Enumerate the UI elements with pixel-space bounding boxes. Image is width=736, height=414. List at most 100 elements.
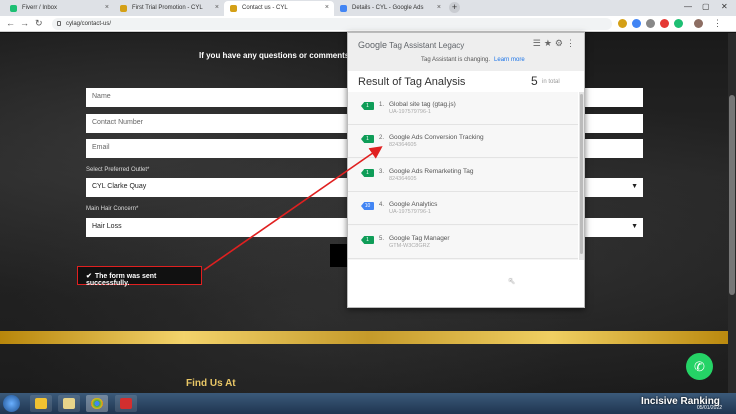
concern-label: Main Hair Concern*	[86, 206, 139, 212]
result-title: Result of Tag Analysis	[358, 76, 466, 88]
tag-assistant-extension-icon[interactable]	[632, 19, 641, 28]
tag-item[interactable]: 1 5. Google Tag Manager GTM-W3C8GRZ	[348, 226, 578, 259]
check-icon: ✔	[86, 273, 92, 280]
taskbar-app[interactable]	[115, 395, 137, 412]
tag-assistant-logo: Google Tag Assistant Legacy	[358, 40, 464, 50]
extension-icon[interactable]	[618, 19, 627, 28]
tag-item[interactable]: 1 1. Global site tag (gtag.js) UA-197579…	[348, 92, 578, 125]
gear-icon[interactable]: ⚙	[555, 38, 566, 48]
url-text: cylag/contact-us/	[66, 21, 112, 27]
app-icon	[120, 398, 132, 409]
star-icon[interactable]: ★	[544, 38, 555, 48]
tag-assistant-toolbar: ☰★⚙⋮	[533, 38, 578, 49]
tag-icon: 10	[361, 202, 374, 210]
tag-name: Global site tag (gtag.js)	[389, 101, 456, 108]
close-tab-icon[interactable]: ×	[215, 4, 219, 11]
tab-label: Details - CYL - Google Ads	[352, 5, 424, 11]
maximize-icon[interactable]: ▢	[702, 2, 710, 11]
browser-tab-fiverr[interactable]: Fiverr / Inbox ×	[4, 1, 114, 16]
taskbar-chrome[interactable]	[86, 395, 108, 412]
success-message: ✔ The form was sent successfully.	[77, 266, 202, 287]
tab-label: Contact us - CYL	[242, 5, 288, 11]
intro-text: If you have any questions or comments fo	[199, 51, 360, 60]
tag-count: 5	[531, 74, 538, 88]
extension-icon[interactable]	[660, 19, 669, 28]
tag-list-scrollbar[interactable]	[579, 92, 584, 260]
tag-id: GTM-W3C8GRZ	[389, 243, 430, 249]
tag-id: 824364605	[389, 142, 417, 148]
tag-name: Google Analytics	[389, 201, 438, 208]
tag-item[interactable]: 1 3. Google Ads Remarketing Tag 82436460…	[348, 159, 578, 192]
close-tab-icon[interactable]: ×	[437, 4, 441, 11]
tab-label: First Trial Promotion - CYL	[132, 5, 203, 11]
tag-assistant-header: Google Tag Assistant Legacy ☰★⚙⋮ Tag Ass…	[348, 33, 584, 71]
tag-icon: 1	[361, 169, 374, 177]
learn-more-link[interactable]: Learn more	[494, 57, 525, 63]
tag-assistant-popup: Google Tag Assistant Legacy ☰★⚙⋮ Tag Ass…	[347, 32, 585, 308]
tag-name: Google Tag Manager	[389, 235, 450, 242]
tag-id: UA-197579796-1	[389, 209, 431, 215]
new-tab-button[interactable]: +	[449, 2, 460, 13]
profile-avatar[interactable]	[694, 19, 703, 28]
find-us-heading: Find Us At	[186, 378, 236, 389]
tag-icon: 1	[361, 102, 374, 110]
menu-icon[interactable]: ⋮	[713, 18, 722, 29]
chevron-down-icon: ▼	[631, 183, 638, 190]
filter-icon[interactable]: ☰	[533, 38, 544, 48]
taskbar-explorer[interactable]	[30, 395, 52, 412]
cyl-favicon-icon	[120, 5, 127, 12]
tag-number: 2.	[379, 135, 385, 141]
concern-value: Hair Loss	[92, 223, 122, 230]
chrome-icon	[91, 398, 103, 409]
tag-name: Google Ads Conversion Tracking	[389, 134, 484, 141]
tab-label: Fiverr / Inbox	[22, 5, 58, 11]
start-button[interactable]	[3, 395, 20, 412]
tag-assistant-notice: Tag Assistant is changing. Learn more	[421, 57, 525, 63]
files-icon	[63, 398, 75, 409]
outlet-label: Select Preferred Outlet*	[86, 167, 150, 173]
tag-number: 3.	[379, 169, 385, 175]
close-tab-icon[interactable]: ×	[105, 4, 109, 11]
minimize-icon[interactable]: —	[684, 2, 692, 11]
fiverr-favicon-icon	[10, 5, 17, 12]
tag-number: 1.	[379, 102, 385, 108]
url-input[interactable]: cylag/contact-us/	[52, 18, 612, 30]
close-window-icon[interactable]: ✕	[721, 2, 728, 11]
extension-icon[interactable]	[674, 19, 683, 28]
tag-list: 1 1. Global site tag (gtag.js) UA-197579…	[348, 92, 578, 260]
tag-id: 824364605	[389, 176, 417, 182]
browser-tab-contact[interactable]: Contact us - CYL ×	[224, 1, 334, 16]
tag-item[interactable]: 1 2. Google Ads Conversion Tracking 8243…	[348, 125, 578, 158]
tag-number: 5.	[379, 236, 385, 242]
chevron-down-icon: ▼	[631, 223, 638, 230]
tag-id: UA-197579796-1	[389, 109, 431, 115]
extension-icon[interactable]	[646, 19, 655, 28]
tab-strip: Fiverr / Inbox × First Trial Promotion -…	[0, 0, 736, 16]
reload-icon[interactable]: ↻	[35, 18, 43, 29]
notice-text: Tag Assistant is changing.	[421, 57, 491, 63]
google-wordmark: Google	[358, 40, 388, 50]
taskbar-date: 05/01/2022	[697, 405, 723, 411]
scrollbar-thumb[interactable]	[729, 95, 735, 295]
taskbar	[0, 393, 736, 414]
browser-tab-promotion[interactable]: First Trial Promotion - CYL ×	[114, 1, 224, 16]
back-icon[interactable]: ←	[6, 18, 15, 28]
tag-icon: 1	[361, 236, 374, 244]
tag-count-label: in total	[542, 79, 560, 85]
browser-tab-google-ads[interactable]: Details - CYL - Google Ads ×	[334, 1, 446, 16]
tag-assistant-product-name: Tag Assistant Legacy	[387, 41, 465, 50]
close-tab-icon[interactable]: ×	[325, 4, 329, 11]
tag-icon: 1	[361, 135, 374, 143]
page-scrollbar[interactable]	[728, 33, 736, 393]
more-icon[interactable]: ⋮	[566, 38, 578, 48]
tag-number: 4.	[379, 202, 385, 208]
whatsapp-icon[interactable]: ✆	[686, 353, 713, 380]
scrollbar-thumb[interactable]	[580, 94, 583, 254]
google-ads-favicon-icon	[340, 5, 347, 12]
forward-icon[interactable]: →	[20, 18, 29, 28]
tag-item[interactable]: 10 4. Google Analytics UA-197579796-1	[348, 192, 578, 225]
taskbar-files[interactable]	[58, 395, 80, 412]
gold-divider	[0, 331, 736, 344]
mouse-cursor-icon: ↖	[508, 276, 516, 286]
outlet-value: CYL Clarke Quay	[92, 183, 147, 190]
